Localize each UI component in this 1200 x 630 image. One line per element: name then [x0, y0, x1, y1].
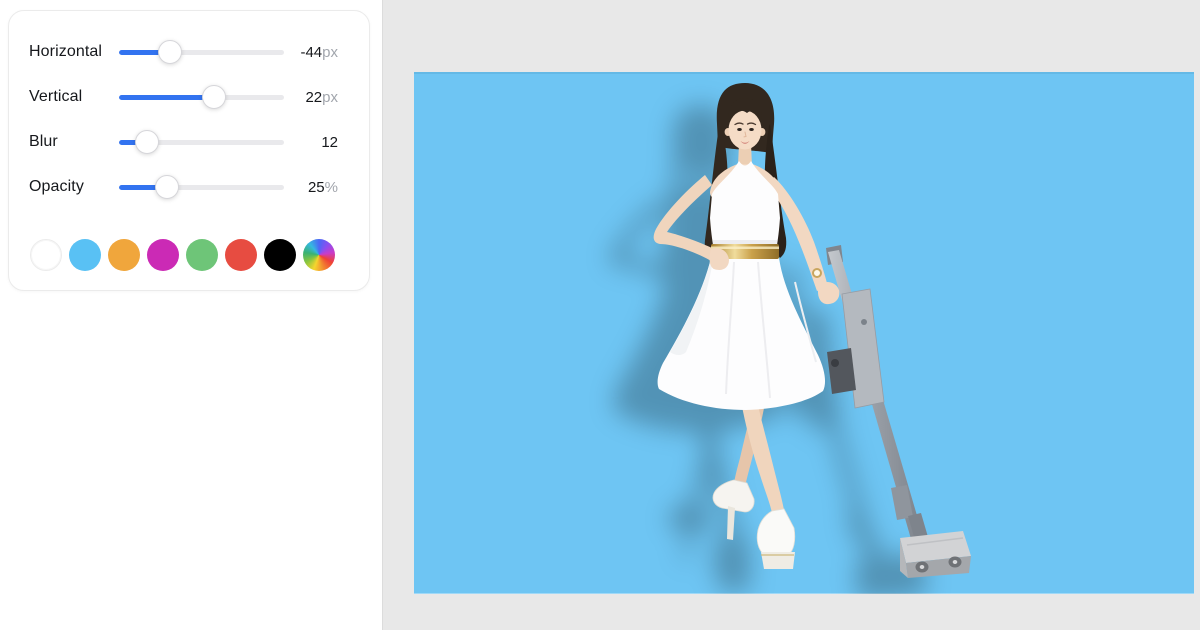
slider-thumb[interactable]	[202, 85, 226, 109]
model-with-vacuum-photo	[414, 72, 1194, 594]
swatch-black[interactable]	[264, 239, 296, 271]
slider-row-vertical: Vertical 22px	[29, 85, 338, 109]
slider-track[interactable]	[119, 95, 284, 100]
slider-fill	[119, 95, 215, 100]
blur-value: 12	[284, 134, 338, 151]
editor-stage	[383, 0, 1200, 630]
shadow-color-swatches	[30, 239, 338, 271]
swatch-red[interactable]	[225, 239, 257, 271]
slider-row-horizontal: Horizontal -44px	[29, 40, 338, 64]
blur-label: Blur	[29, 133, 119, 151]
controls-panel-area: Horizontal -44px Vertical 22px Blur	[0, 0, 383, 630]
swatch-magenta[interactable]	[147, 239, 179, 271]
slider-track[interactable]	[119, 185, 284, 190]
opacity-slider[interactable]	[119, 175, 284, 199]
horizontal-slider[interactable]	[119, 40, 284, 64]
slider-track[interactable]	[119, 50, 284, 55]
blur-slider[interactable]	[119, 130, 284, 154]
photo-cutout-with-shadow	[654, 83, 971, 578]
horizontal-label: Horizontal	[29, 43, 119, 61]
vertical-slider[interactable]	[119, 85, 284, 109]
vacuum-cleaner	[826, 245, 971, 578]
high-heel-shoes	[713, 480, 795, 569]
horizontal-value: -44px	[284, 44, 338, 61]
swatch-rainbow[interactable]	[303, 239, 335, 271]
slider-row-opacity: Opacity 25%	[29, 175, 338, 199]
shadow-editor-app: Horizontal -44px Vertical 22px Blur	[0, 0, 1200, 630]
slider-thumb[interactable]	[135, 130, 159, 154]
swatch-sky-blue[interactable]	[69, 239, 101, 271]
swatch-green[interactable]	[186, 239, 218, 271]
opacity-value: 25%	[284, 179, 338, 196]
vertical-value: 22px	[284, 89, 338, 106]
image-canvas[interactable]	[414, 72, 1194, 594]
slider-thumb[interactable]	[158, 40, 182, 64]
swatch-orange[interactable]	[108, 239, 140, 271]
dress-skirt	[658, 258, 825, 410]
opacity-label: Opacity	[29, 178, 119, 196]
slider-thumb[interactable]	[155, 175, 179, 199]
slider-row-blur: Blur 12	[29, 130, 338, 154]
shadow-settings-card: Horizontal -44px Vertical 22px Blur	[8, 10, 370, 291]
vertical-label: Vertical	[29, 88, 119, 106]
swatch-white[interactable]	[30, 239, 62, 271]
